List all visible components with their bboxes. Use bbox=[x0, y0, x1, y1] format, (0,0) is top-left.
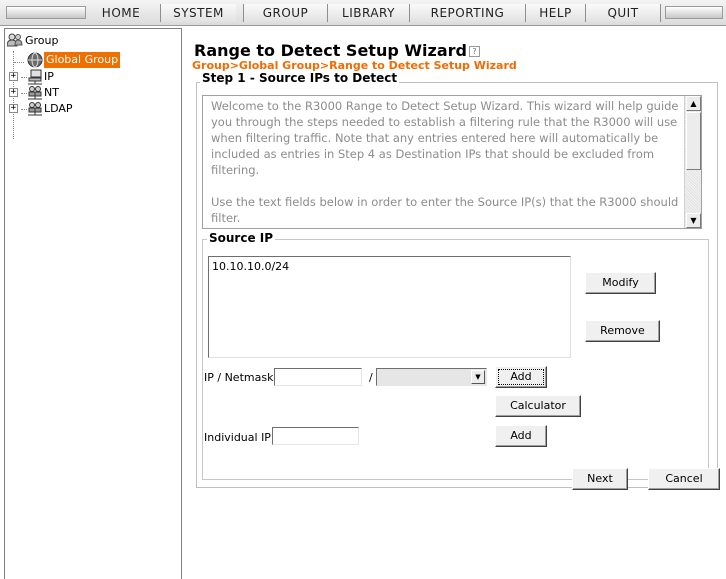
ip-input[interactable] bbox=[274, 368, 362, 386]
nav-library[interactable]: LIBRARY bbox=[327, 4, 409, 22]
group-tree-panel: Group Global Group + IP + NT + LDAP bbox=[4, 28, 182, 579]
slash-label: / bbox=[369, 371, 373, 384]
help-icon[interactable]: ? bbox=[468, 46, 480, 57]
nav-group[interactable]: GROUP bbox=[243, 4, 327, 22]
tree-label-nt: NT bbox=[44, 86, 59, 99]
nav-decor-right bbox=[665, 6, 723, 19]
netmask-select[interactable]: ▼ bbox=[376, 368, 487, 386]
add-individual-ip-button[interactable]: Add bbox=[495, 425, 547, 447]
list-item[interactable]: 10.10.10.0/24 bbox=[212, 260, 289, 273]
scroll-up-icon[interactable]: ▲ bbox=[686, 96, 701, 111]
expand-nt-toggle[interactable]: + bbox=[9, 88, 18, 97]
nav-decor-left bbox=[6, 6, 86, 19]
scroll-down-icon[interactable]: ▼ bbox=[686, 213, 701, 228]
tree-label-ldap: LDAP bbox=[44, 102, 73, 115]
calculator-button[interactable]: Calculator bbox=[495, 395, 581, 417]
globe-icon bbox=[27, 52, 43, 68]
tree-label-global-group: Global Group bbox=[44, 52, 121, 68]
nav-system[interactable]: SYSTEM bbox=[160, 4, 236, 22]
individual-ip-label: Individual IP bbox=[204, 431, 271, 444]
people-network-icon bbox=[28, 86, 42, 100]
intro-paragraph-1: Welcome to the R3000 Range to Detect Set… bbox=[211, 99, 679, 177]
tree-label-ip: IP bbox=[44, 70, 54, 83]
intro-paragraph-2: Use the text fields below in order to en… bbox=[211, 195, 679, 225]
ip-netmask-label: IP / Netmask bbox=[204, 371, 274, 384]
tree-label-group: Group bbox=[25, 34, 59, 47]
intro-text: Welcome to the R3000 Range to Detect Set… bbox=[211, 98, 681, 228]
source-ip-legend: Source IP bbox=[207, 231, 276, 245]
intro-text-box: Welcome to the R3000 Range to Detect Set… bbox=[202, 95, 702, 229]
nav-home[interactable]: HOME bbox=[88, 4, 154, 22]
page-title-text: Range to Detect Setup Wizard bbox=[194, 41, 467, 60]
people-network-icon bbox=[28, 102, 42, 116]
intro-scrollbar[interactable]: ▲ ▼ bbox=[684, 96, 701, 228]
expand-ip-toggle[interactable]: + bbox=[9, 72, 18, 81]
nav-help[interactable]: HELP bbox=[525, 4, 585, 22]
nav-reporting[interactable]: REPORTING bbox=[409, 4, 525, 22]
individual-ip-input[interactable] bbox=[272, 427, 359, 445]
add-netmask-button[interactable]: Add bbox=[495, 366, 547, 388]
cancel-button[interactable]: Cancel bbox=[648, 468, 720, 490]
page-title: Range to Detect Setup Wizard? bbox=[194, 41, 480, 60]
next-button[interactable]: Next bbox=[572, 468, 628, 490]
group-people-icon bbox=[7, 33, 23, 47]
scroll-thumb[interactable] bbox=[686, 112, 701, 170]
top-navigation-bar: HOME SYSTEM GROUP LIBRARY REPORTING HELP… bbox=[0, 0, 726, 26]
tree-connector bbox=[14, 62, 24, 63]
chevron-down-icon[interactable]: ▼ bbox=[471, 370, 485, 384]
step1-legend: Step 1 - Source IPs to Detect bbox=[200, 71, 400, 85]
main-panel: Range to Detect Setup Wizard? Group>Glob… bbox=[190, 28, 726, 579]
remove-button[interactable]: Remove bbox=[585, 320, 660, 342]
nav-quit[interactable]: QUIT bbox=[585, 4, 661, 22]
modify-button[interactable]: Modify bbox=[585, 272, 656, 294]
computer-network-icon bbox=[28, 69, 42, 85]
source-ip-list[interactable]: 10.10.10.0/24 bbox=[208, 256, 571, 358]
expand-ldap-toggle[interactable]: + bbox=[9, 104, 18, 113]
